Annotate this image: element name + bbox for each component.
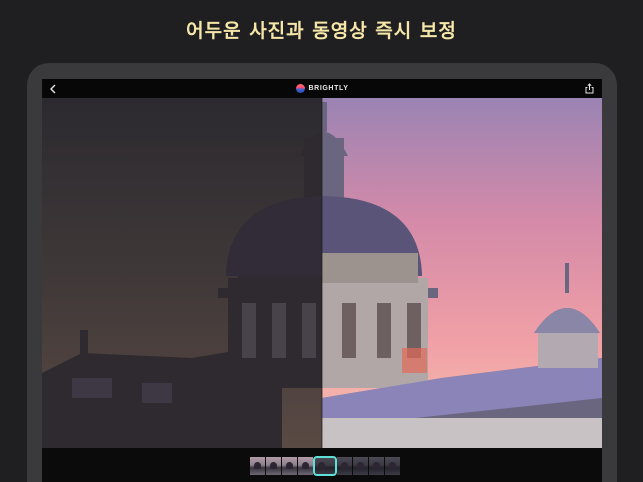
share-button[interactable] bbox=[582, 81, 596, 96]
filmstrip-frame[interactable] bbox=[250, 457, 265, 475]
filmstrip-frame[interactable] bbox=[266, 457, 281, 475]
filmstrip-frame[interactable] bbox=[282, 457, 297, 475]
brand-name: BRIGHTLY bbox=[308, 85, 349, 92]
filmstrip-frames bbox=[250, 456, 400, 476]
filmstrip-frame[interactable] bbox=[369, 457, 384, 475]
filmstrip-frame[interactable] bbox=[337, 457, 352, 475]
filmstrip-frame[interactable] bbox=[353, 457, 368, 475]
brand: BRIGHTLY bbox=[42, 79, 602, 98]
app-store-screenshot: 어두운 사진과 동영상 즉시 보정 BRIGHTLY bbox=[0, 0, 643, 482]
filmstrip-frame-selected[interactable] bbox=[313, 456, 337, 476]
video-filmstrip bbox=[42, 448, 602, 482]
comparison-divider-handle[interactable] bbox=[319, 98, 325, 448]
filmstrip-frame[interactable] bbox=[385, 457, 400, 475]
filmstrip-frame[interactable] bbox=[298, 457, 313, 475]
top-bar: BRIGHTLY bbox=[42, 79, 602, 98]
share-icon bbox=[585, 83, 593, 94]
promo-headline: 어두운 사진과 동영상 즉시 보정 bbox=[186, 20, 457, 42]
editor-screen: BRIGHTLY bbox=[42, 79, 602, 482]
brightly-logo-icon bbox=[295, 84, 305, 93]
